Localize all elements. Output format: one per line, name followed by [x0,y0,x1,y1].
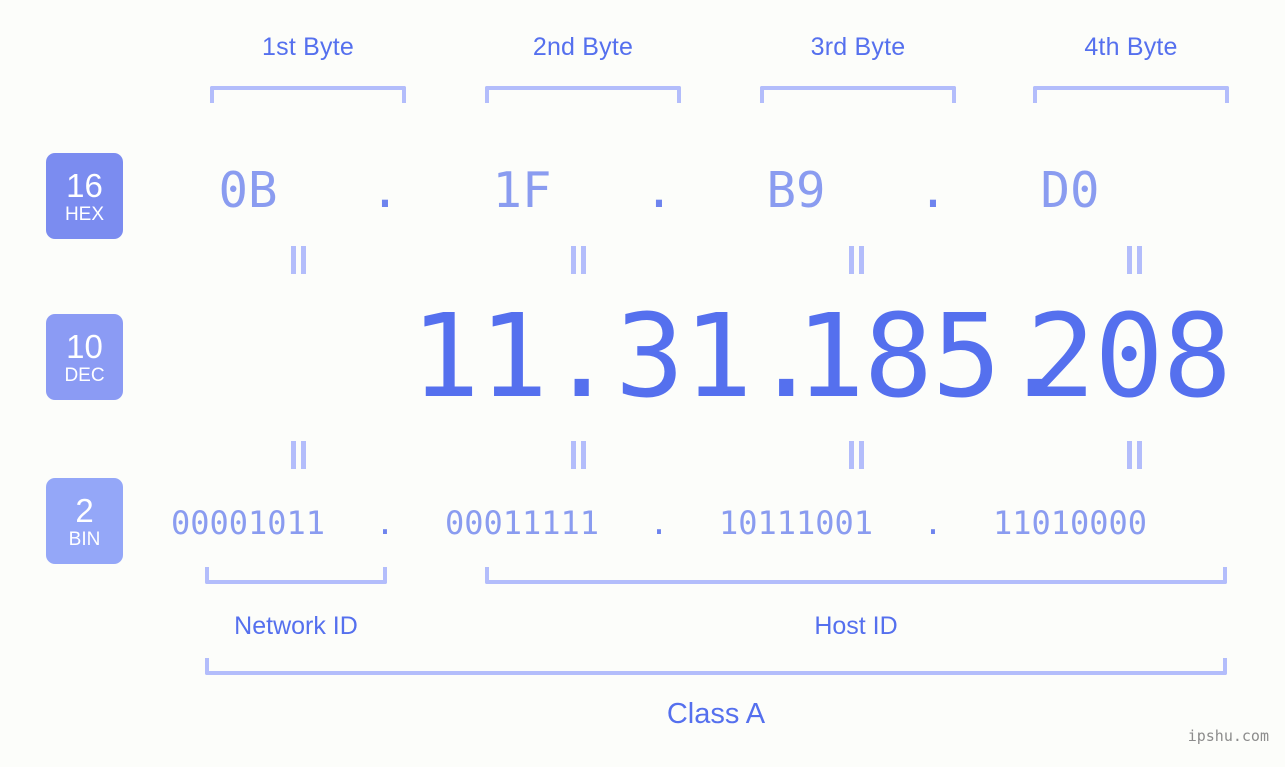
equals-icon-dec-bin-2 [568,441,590,469]
dec-separator-1: . [547,290,616,424]
bin-octet-4: 11010000 [992,503,1148,542]
class-label: Class A [666,698,766,730]
bin-octet-2: 00011111 [444,503,600,542]
bin-separator-3: . [923,503,943,542]
network-id-label: Network ID [234,612,358,640]
base-badge-bin-number: 2 [75,491,94,529]
byte-bracket-4 [1033,86,1229,103]
byte-header-4: 4th Byte [1084,33,1178,61]
host-id-label: Host ID [814,612,898,640]
bin-separator-2: . [649,503,669,542]
equals-icon-dec-bin-3 [846,441,868,469]
host-id-bracket [485,567,1227,584]
hex-octet-2: 1F [492,161,552,219]
network-id-bracket [205,567,387,584]
base-badge-hex: 16 HEX [46,153,123,239]
hex-separator-1: . [370,161,400,219]
bin-value-row: 00001011 . 00011111 . 10111001 . 1101000… [150,495,1275,550]
hex-octet-3: B9 [766,161,826,219]
equals-icon-hex-dec-1 [288,246,310,274]
hex-value-row: 0B . 1F . B9 . D0 [150,150,1275,230]
dec-octet-4: 208 [1026,290,1232,424]
dec-value-row: 11 . 31 . 185 . 208 [150,290,1275,424]
byte-bracket-1 [210,86,406,103]
equals-icon-dec-bin-4 [1124,441,1146,469]
hex-separator-2: . [644,161,674,219]
equals-icon-hex-dec-2 [568,246,590,274]
base-badge-hex-name: HEX [64,203,105,225]
ip-breakdown-diagram: 1st Byte 2nd Byte 3rd Byte 4th Byte 16 H… [0,0,1285,767]
equals-icon-dec-bin-1 [288,441,310,469]
base-badge-bin-name: BIN [68,528,101,550]
byte-header-1: 1st Byte [262,33,354,61]
base-badge-hex-number: 16 [66,166,103,204]
equals-icon-hex-dec-4 [1124,246,1146,274]
base-badge-dec-number: 10 [66,327,103,365]
dec-separator-2: . [751,290,821,424]
hex-octet-4: D0 [1040,161,1100,219]
base-badge-dec-name: DEC [64,364,105,386]
dec-octet-2: 31 [615,290,752,424]
bin-separator-1: . [375,503,395,542]
hex-octet-1: 0B [218,161,278,219]
equals-icon-hex-dec-3 [846,246,868,274]
hex-separator-3: . [918,161,948,219]
dec-octet-1: 11 [410,290,548,424]
base-badge-dec: 10 DEC [46,314,123,400]
bin-octet-3: 10111001 [718,503,874,542]
byte-bracket-3 [760,86,956,103]
base-badge-bin: 2 BIN [46,478,123,564]
dec-octet-3: 185 [795,290,1002,424]
bin-octet-1: 00001011 [170,503,326,542]
byte-header-2: 2nd Byte [532,33,634,61]
byte-bracket-2 [485,86,681,103]
class-bracket [205,658,1227,675]
site-watermark: ipshu.com [1187,727,1269,745]
byte-header-3: 3rd Byte [810,33,906,61]
dec-separator-3: . [1000,290,1069,424]
